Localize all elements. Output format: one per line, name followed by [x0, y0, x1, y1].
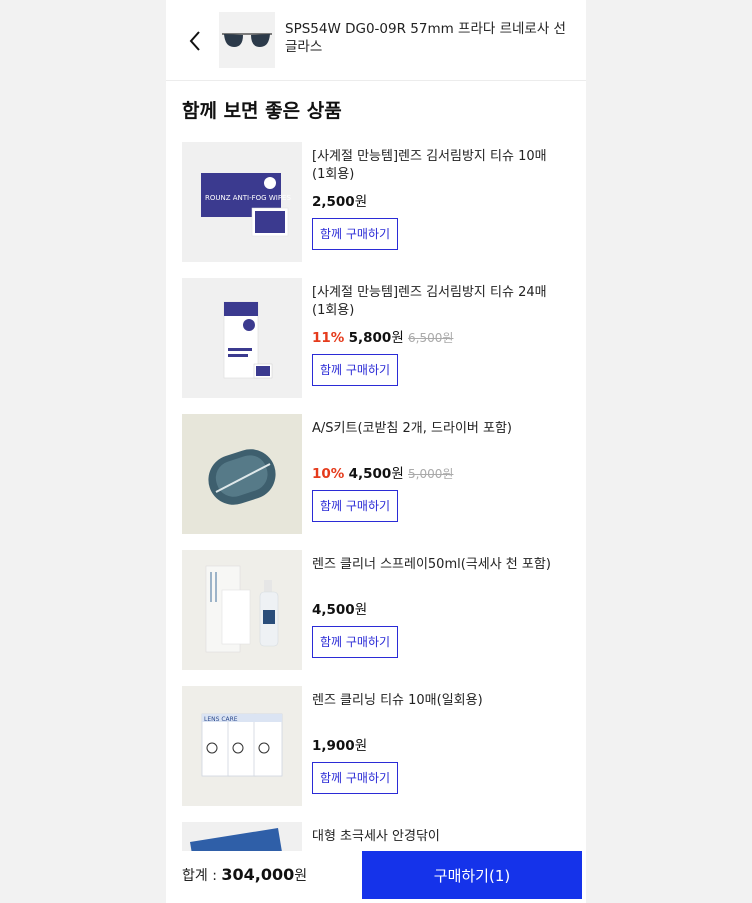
product-price: 4,500원 [312, 598, 557, 618]
anti-fog-wipes-image: ROUNZ ANTI-FOG WIPES [201, 173, 291, 237]
original-price: 6,500원 [408, 331, 454, 345]
product-name[interactable]: 렌즈 클리닝 티슈 10매(일회용) [312, 692, 557, 728]
header: SPS54W DG0-09R 57mm 프라다 르네로사 선글라스 [166, 0, 586, 81]
product-image[interactable] [182, 550, 302, 670]
product-title: SPS54W DG0-09R 57mm 프라다 르네로사 선글라스 [285, 21, 566, 55]
buy-together-button[interactable]: 함께 구매하기 [312, 490, 399, 522]
sale-price: 4,500 [312, 602, 355, 618]
product-price: 1,900원 [312, 734, 557, 754]
product-price: 11% 5,800원 6,500원 [312, 326, 557, 346]
product-image[interactable] [182, 278, 302, 398]
product-info: 렌즈 클리너 스프레이50ml(극세사 천 포함) 4,500원 함께 구매하기 [312, 556, 557, 658]
sunglasses-image [222, 33, 272, 47]
sale-price: 4,500 [348, 466, 392, 482]
product-info: A/S키트(코받침 2개, 드라이버 포함) 10% 4,500원 5,000원… [312, 420, 557, 522]
image-label: LENS CARE [204, 716, 238, 723]
checkout-button[interactable]: 구매하기(1) [362, 851, 582, 899]
product-info: 렌즈 클리닝 티슈 10매(일회용) 1,900원 함께 구매하기 [312, 692, 557, 794]
buy-together-button[interactable]: 함께 구매하기 [312, 354, 399, 386]
total: 합계 : 304,000원 [182, 865, 307, 885]
buy-together-button[interactable]: 함께 구매하기 [312, 218, 399, 250]
original-price: 5,000원 [408, 467, 454, 481]
currency: 원 [391, 466, 404, 482]
sale-price: 5,800 [348, 330, 392, 346]
chevron-left-icon [189, 31, 200, 51]
discount-rate: 11% [312, 330, 345, 346]
image-label: ROUNZ ANTI-FOG WIPES [205, 194, 291, 202]
currency: 원 [391, 330, 404, 346]
product-price: 2,500원 [312, 190, 557, 210]
anti-fog-wipes-box-image [223, 301, 273, 379]
currency: 원 [354, 194, 368, 210]
back-button[interactable] [180, 26, 210, 56]
product-info: [사계절 만능템]렌즈 김서림방지 티슈 10매 (1회용) 2,500원 함께… [312, 148, 557, 250]
product-image[interactable]: LENS CARE [182, 686, 302, 806]
product-info: [사계절 만능템]렌즈 김서림방지 티슈 24매 (1회용) 11% 5,800… [312, 284, 557, 386]
product-name[interactable]: 렌즈 클리너 스프레이50ml(극세사 천 포함) [312, 556, 557, 592]
discount-rate: 10% [312, 466, 345, 482]
product-name[interactable]: [사계절 만능템]렌즈 김서림방지 티슈 10매 (1회용) [312, 148, 557, 184]
product-item: ROUNZ ANTI-FOG WIPES [사계절 만능템]렌즈 김서림방지 티… [182, 142, 572, 262]
section-title: 함께 보면 좋은 상품 [182, 100, 342, 122]
product-price: 10% 4,500원 5,000원 [312, 462, 557, 482]
total-label: 합계 : [182, 868, 222, 884]
lens-cleaning-tissue-image: LENS CARE [201, 713, 283, 777]
product-item: A/S키트(코받침 2개, 드라이버 포함) 10% 4,500원 5,000원… [182, 414, 572, 534]
currency: 원 [354, 738, 368, 754]
product-name[interactable]: A/S키트(코받침 2개, 드라이버 포함) [312, 420, 557, 456]
currency: 원 [354, 602, 368, 618]
buy-together-button[interactable]: 함께 구매하기 [312, 626, 399, 658]
recommendation-panel: SPS54W DG0-09R 57mm 프라다 르네로사 선글라스 함께 보면 … [166, 0, 586, 903]
total-currency: 원 [294, 868, 308, 884]
product-name[interactable]: [사계절 만능템]렌즈 김서림방지 티슈 24매 (1회용) [312, 284, 557, 320]
product-image[interactable]: ROUNZ ANTI-FOG WIPES [182, 142, 302, 262]
product-item: [사계절 만능템]렌즈 김서림방지 티슈 24매 (1회용) 11% 5,800… [182, 278, 572, 398]
product-thumbnail [219, 12, 275, 68]
product-item: 렌즈 클리너 스프레이50ml(극세사 천 포함) 4,500원 함께 구매하기 [182, 550, 572, 670]
as-kit-case-image [208, 449, 276, 505]
sale-price: 2,500 [312, 194, 355, 210]
sale-price: 1,900 [312, 738, 355, 754]
product-image[interactable] [182, 414, 302, 534]
lens-cleaner-spray-image [205, 565, 279, 653]
total-amount: 304,000 [221, 865, 295, 884]
footer-bar: 합계 : 304,000원 구매하기(1) [166, 851, 586, 903]
product-item: LENS CARE 렌즈 클리닝 티슈 10매(일회용) 1,900원 함께 구… [182, 686, 572, 806]
buy-together-button[interactable]: 함께 구매하기 [312, 762, 399, 794]
